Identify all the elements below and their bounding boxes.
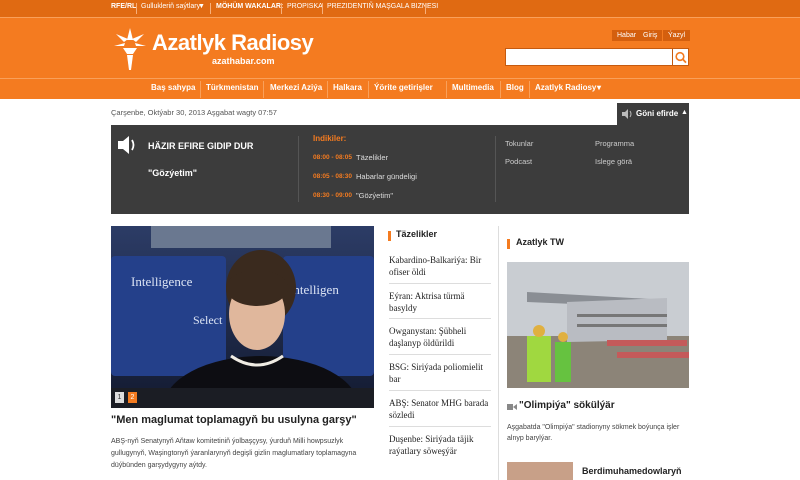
utility-bar: RFE/RL Gullukleriň saýtlary ▼ MÖHÜM WAKA… [0, 0, 800, 18]
hero-headline[interactable]: "Men maglumat toplamagyň bu usulyna garş… [111, 414, 381, 426]
video-title[interactable]: Berdimuhamedowlaryň [582, 466, 682, 476]
search-button[interactable] [673, 48, 689, 66]
schedule-heading: Indikiler: [313, 134, 347, 143]
video-thumbnail[interactable] [507, 462, 573, 480]
news-item[interactable]: Eýran: Aktrisa türmä basyldy [389, 290, 491, 314]
link-podcast[interactable]: Podcast [505, 157, 532, 166]
divider [281, 3, 282, 14]
video-camera-icon [507, 404, 517, 410]
schedule-program[interactable]: "Gözýetim" [356, 191, 393, 200]
svg-text:Intelligen: Intelligen [289, 282, 339, 297]
site-url[interactable]: azathabar.com [212, 56, 275, 66]
main-nav: Baş sahypa Türkmenistan Merkezi Aziýa Ha… [0, 78, 800, 99]
link-broadcasts[interactable]: Tokunlar [505, 139, 533, 148]
svg-text:Intelligence: Intelligence [131, 274, 193, 289]
slide-button-2[interactable]: 2 [128, 392, 137, 403]
divider [327, 81, 328, 98]
important-label: MÖHÜM WAKALAR: [216, 3, 284, 10]
hero-photo: Intelligence Select Intelligen [111, 226, 374, 408]
divider [529, 81, 530, 98]
divider [263, 81, 264, 98]
live-tab[interactable]: Göni efirde ▲ [617, 103, 689, 125]
nav-features[interactable]: Ýörite getirişler [374, 83, 433, 92]
link-on-demand[interactable]: Islege görä [595, 157, 632, 166]
divider [298, 136, 299, 202]
divider [389, 283, 491, 284]
news-item[interactable]: Owganystan: Şübheli daşlanyp öldürildi [389, 325, 491, 349]
divider [389, 354, 491, 355]
divider [446, 81, 447, 98]
schedule-time: 08:00 - 08:05 [313, 154, 353, 161]
tv-summary: Aşgabatda "Olimpiýa" stadionyny sökmek b… [507, 424, 680, 442]
link-programs[interactable]: Programma [595, 139, 634, 148]
schedule-program[interactable]: Habarlar gündeligi [356, 172, 417, 181]
divider [389, 426, 491, 427]
speaker-icon [118, 136, 135, 154]
section-marker [388, 231, 391, 241]
tv-video-thumbnail[interactable] [507, 262, 689, 388]
schedule-time: 08:05 - 08:30 [313, 173, 353, 180]
divider [322, 3, 323, 14]
divider [389, 390, 491, 391]
site-title[interactable]: Azatlyk Radiosy [152, 30, 314, 56]
news-item[interactable]: ABŞ: Senator MHG barada sözledi [389, 397, 491, 421]
svg-text:Select: Select [193, 313, 223, 327]
search-input[interactable] [505, 48, 673, 66]
chevron-down-icon[interactable]: ▾ [597, 83, 601, 92]
schedule-time: 08:30 - 09:00 [313, 192, 353, 199]
divider [425, 3, 426, 14]
nav-about[interactable]: Azatlyk Radiosy [535, 83, 596, 92]
chevron-up-icon: ▲ [681, 109, 688, 116]
divider [495, 136, 496, 202]
president-business-link[interactable]: PREZIDENTIŇ MAŞGALA BIZNESI [327, 3, 438, 10]
divider [368, 81, 369, 98]
subscribe-link[interactable]: Ýazyl [663, 30, 691, 41]
nav-central-asia[interactable]: Merkezi Aziýa [270, 83, 322, 92]
nav-world[interactable]: Halkara [333, 83, 362, 92]
nav-home[interactable]: Baş sahypa [151, 83, 195, 92]
date-time: Çarşenbe, Oktýabr 30, 2013 Aşgabat wagty… [111, 108, 277, 117]
search-icon [675, 51, 687, 64]
divider [200, 81, 201, 98]
schedule-program[interactable]: Täzelikler [356, 153, 388, 162]
services-dropdown[interactable]: Gullukleriň saýtlary [141, 3, 200, 10]
section-marker [507, 239, 510, 249]
chevron-down-icon[interactable]: ▼ [198, 3, 205, 10]
divider [500, 81, 501, 98]
torch-logo-icon[interactable] [112, 24, 148, 72]
rferl-link[interactable]: RFE/RL [111, 3, 136, 10]
speaker-icon [622, 109, 632, 119]
hero-image[interactable]: Intelligence Select Intelligen 1 2 [111, 226, 374, 408]
news-item[interactable]: Kabardino-Balkariýa: Bir ofiser öldi [389, 254, 491, 278]
tv-headline[interactable]: "Olimpiýa" sökülýär [519, 400, 615, 411]
news-item[interactable]: Duşenbe: Siriýada täjik raýatlary söweşý… [389, 433, 491, 457]
on-air-program[interactable]: "Gözýetim" [148, 168, 197, 178]
nav-blog[interactable]: Blog [506, 83, 524, 92]
nav-multimedia[interactable]: Multimedia [452, 83, 494, 92]
news-heading: Täzelikler [396, 229, 438, 239]
divider [210, 3, 211, 14]
nav-turkmenistan[interactable]: Türkmenistan [206, 83, 258, 92]
column-divider [498, 226, 499, 480]
news-item[interactable]: BSG: Siriýada poliomielit bar [389, 361, 491, 385]
propiska-link[interactable]: PROPISKA [287, 3, 323, 10]
divider [136, 3, 137, 14]
divider [389, 318, 491, 319]
login-link[interactable]: Giriş [638, 30, 663, 41]
tv-photo [507, 262, 689, 388]
lang-link[interactable]: Habar [612, 30, 642, 41]
slide-button-1[interactable]: 1 [115, 392, 124, 403]
tv-heading: Azatlyk TW [516, 237, 565, 247]
hero-summary: ABŞ-nyň Senatynyň Aňtaw komitetiniň ýolb… [111, 438, 357, 469]
on-air-label: HÄZIR EFIRE GIDIP DUR [148, 141, 254, 151]
live-tab-label: Göni efirde [636, 109, 679, 118]
